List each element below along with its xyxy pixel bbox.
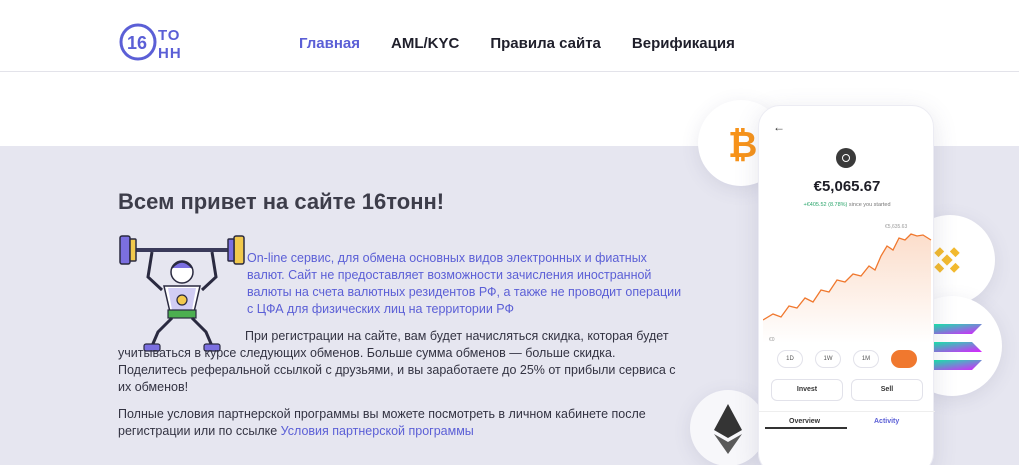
ethereum-coin-icon xyxy=(714,404,742,454)
phone-bottom-tabs: Overview Activity xyxy=(759,411,935,433)
invest-button[interactable]: Invest xyxy=(771,379,843,401)
nav-item-rules[interactable]: Правила сайта xyxy=(490,35,601,52)
back-arrow-icon[interactable]: ← xyxy=(773,120,785,134)
range-tab-selected[interactable] xyxy=(891,350,917,368)
range-tab-1w[interactable]: 1W xyxy=(815,350,841,368)
portfolio-change-value: +€405.52 (8.78%) xyxy=(803,202,848,208)
chart-high-label: €5,635.63 xyxy=(885,224,907,230)
ethereum-coin-badge xyxy=(690,390,766,465)
partner-paragraph: Полные условия партнерской программы вы … xyxy=(118,406,678,440)
partner-program-link[interactable]: Условия партнерской программы xyxy=(281,424,474,438)
discount-paragraph: При регистрации на сайте, вам будет начи… xyxy=(118,328,678,396)
tab-activity[interactable]: Activity xyxy=(874,418,899,425)
logo-16tonn[interactable]: 16 ТО НН xyxy=(118,20,188,64)
phone-coin-icon xyxy=(836,148,856,168)
tab-overview[interactable]: Overview xyxy=(789,418,820,425)
range-tab-1d[interactable]: 1D xyxy=(777,350,803,368)
svg-text:16: 16 xyxy=(127,33,147,53)
discount-paragraph-first-line: При регистрации на сайте, вам будет начи… xyxy=(245,329,669,343)
svg-text:НН: НН xyxy=(158,45,182,62)
portfolio-change-text: since you started xyxy=(847,202,891,208)
intro-paragraph: On-line сервис, для обмена основных видо… xyxy=(247,251,682,316)
nav-item-aml-kyc[interactable]: AML/KYC xyxy=(391,35,459,52)
main-nav: Главная AML/KYC Правила сайта Верификаци… xyxy=(299,35,735,52)
svg-text:ТО: ТО xyxy=(158,27,180,44)
tab-underline xyxy=(765,427,847,429)
discount-paragraph-rest: учитываться в курсе следующих обменов. Б… xyxy=(118,346,676,394)
range-tabs: 1D 1W 1M xyxy=(777,350,927,370)
chart-low-label: €0 xyxy=(769,337,775,343)
phone-mockup: ← €5,065.67 +€405.52 (8.78%) since you s… xyxy=(758,105,935,465)
svg-text:₿: ₿ xyxy=(728,124,757,165)
portfolio-value: €5,065.67 xyxy=(813,178,881,195)
portfolio-chart: €5,635.63 xyxy=(763,224,932,343)
range-tab-1m[interactable]: 1M xyxy=(853,350,879,368)
portfolio-change: +€405.52 (8.78%) since you started xyxy=(759,202,935,208)
site-header: 16 ТО НН Главная AML/KYC Правила сайта В… xyxy=(0,0,1019,72)
nav-item-verification[interactable]: Верификация xyxy=(632,35,735,52)
sell-button[interactable]: Sell xyxy=(851,379,923,401)
page-title: Всем привет на сайте 16тонн! xyxy=(118,189,445,214)
nav-item-home[interactable]: Главная xyxy=(299,35,360,52)
